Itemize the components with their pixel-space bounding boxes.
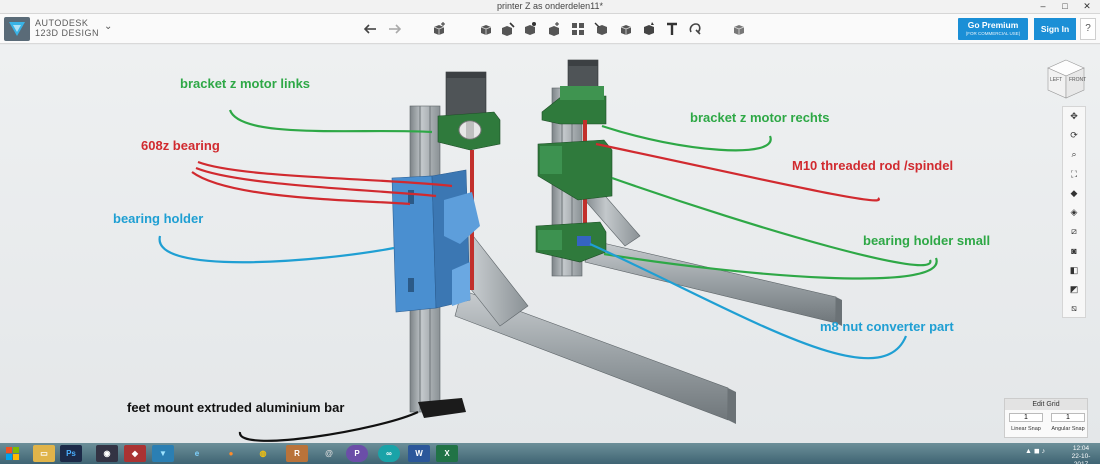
material-box-icon[interactable]	[640, 20, 658, 38]
views-icon[interactable]: ◆	[1063, 184, 1085, 203]
navigation-bar: ✥ ⟳ ⌕ ⛶ ◆ ◈ ⧄ ◙ ◧ ◩ ⧅	[1062, 106, 1086, 318]
text-icon[interactable]	[663, 20, 681, 38]
viewcube-front-label: FRONT	[1069, 77, 1087, 83]
grid-view-icon[interactable]: ⧅	[1063, 299, 1085, 318]
brand-line-2: 123D DESIGN	[35, 28, 100, 38]
go-premium-button[interactable]: Go Premium (FOR COMMERCIAL USE)	[958, 18, 1028, 40]
clock-time: 12:04	[1072, 445, 1090, 452]
explorer-icon[interactable]: ▭	[33, 445, 55, 462]
snap-icon[interactable]	[686, 20, 704, 38]
combine-icon[interactable]	[593, 20, 611, 38]
label-feet-mount: feet mount extruded aluminium bar	[127, 400, 345, 415]
system-tray-icons[interactable]: ▲ ◼ ♪	[1025, 447, 1045, 455]
undo-icon[interactable]	[362, 20, 380, 38]
app-logo-icon[interactable]	[4, 17, 30, 41]
angular-snap-label: Angular Snap	[1051, 426, 1085, 432]
modify-icon[interactable]	[521, 20, 539, 38]
edit-grid-button[interactable]: Edit Grid	[1005, 399, 1087, 410]
snap-view-icon[interactable]: ◩	[1063, 280, 1085, 299]
label-bracket-z-motor-rechts: bracket z motor rechts	[690, 110, 830, 125]
right-bearing-holder-upper	[537, 139, 613, 201]
arduino-icon[interactable]: ∞	[378, 445, 400, 462]
left-stepper-motor	[445, 71, 487, 117]
construct-icon[interactable]	[499, 20, 517, 38]
chrome-icon[interactable]: ◍	[252, 445, 274, 462]
angular-snap-field[interactable]: 1	[1051, 413, 1085, 422]
internet-explorer-icon[interactable]: e	[186, 445, 208, 462]
word-icon[interactable]: W	[408, 445, 430, 462]
start-button-icon[interactable]	[3, 445, 23, 462]
premium-sublabel: (FOR COMMERCIAL USE)	[965, 31, 1021, 36]
app-brand: AUTODESK 123D DESIGN	[35, 18, 99, 38]
p-app-icon[interactable]: P	[346, 445, 368, 462]
help-button[interactable]: ?	[1080, 18, 1096, 40]
primitives-icon[interactable]	[430, 20, 448, 38]
arrow-bearing-small-1	[611, 176, 932, 267]
maximize-button[interactable]: □	[1054, 0, 1076, 14]
materials-icon[interactable]	[730, 20, 748, 38]
label-m10-threaded-rod: M10 threaded rod /spindel	[792, 158, 954, 173]
left-motor-bracket	[437, 111, 501, 151]
3d-app-icon[interactable]: ◆	[124, 445, 146, 462]
window-title: printer Z as onderdelen11*	[497, 1, 603, 11]
app-toolbar: AUTODESK 123D DESIGN ⌄ Go Premium (FOR C…	[0, 14, 1100, 44]
grouping-icon[interactable]	[569, 20, 587, 38]
app-menu-chevron-icon[interactable]: ⌄	[104, 21, 112, 32]
3d-viewport[interactable]: bracket z motor links 608z bearing beari…	[0, 45, 1100, 443]
taskbar-clock[interactable]: 12:04 22-10-2017	[1065, 445, 1097, 464]
label-bearing-holder-small: bearing holder small	[863, 233, 991, 248]
excel-icon[interactable]: X	[436, 445, 458, 462]
fit-icon[interactable]: ⛶	[1063, 165, 1085, 184]
brand-line-1: AUTODESK	[35, 18, 89, 28]
right-bearing-holder-small	[535, 221, 607, 263]
redo-icon[interactable]	[385, 20, 403, 38]
firefox-icon[interactable]: ●	[220, 445, 242, 462]
sign-in-button[interactable]: Sign In	[1034, 18, 1076, 40]
arrow-feet-mount	[238, 411, 419, 442]
r-app-icon[interactable]: R	[286, 445, 308, 462]
window-titlebar: printer Z as onderdelen11* – □ ✕	[0, 0, 1100, 14]
123d-design-taskbar-icon[interactable]: ▼	[152, 445, 174, 462]
ortho-icon[interactable]: ◈	[1063, 203, 1085, 222]
camera-icon[interactable]: ◙	[1063, 241, 1085, 260]
close-window-button[interactable]: ✕	[1076, 0, 1098, 14]
clock-date: 22-10-2017	[1071, 453, 1091, 464]
windows-taskbar: ▭ Ps ◉ ◆ ▼ e ● ◍ R @ P ∞ W X ▲ ◼ ♪ 12:04…	[0, 443, 1100, 464]
minimize-button[interactable]: –	[1032, 0, 1054, 14]
arrow-bearing-holder	[158, 235, 395, 264]
linear-snap-field[interactable]: 1	[1009, 413, 1043, 422]
sketch-icon[interactable]	[477, 20, 495, 38]
measure-icon[interactable]	[617, 20, 635, 38]
media-player-icon[interactable]: ◉	[96, 445, 118, 462]
pan-icon[interactable]: ✥	[1063, 107, 1085, 126]
right-motor-bracket	[541, 86, 607, 125]
zoom-icon[interactable]: ⌕	[1063, 145, 1085, 164]
arrow-bracket-z-rechts	[601, 124, 772, 152]
view-cube[interactable]: LEFT FRONT	[1046, 58, 1086, 102]
linear-snap-label: Linear Snap	[1011, 426, 1041, 432]
pattern-icon[interactable]	[545, 20, 563, 38]
premium-label: Go Premium	[967, 20, 1019, 30]
arrow-bracket-z-links	[228, 109, 433, 134]
hide-icon[interactable]: ⧄	[1063, 222, 1085, 241]
label-608z-bearing: 608z bearing	[141, 138, 220, 153]
orbit-icon[interactable]: ⟳	[1063, 126, 1085, 145]
label-bearing-holder: bearing holder	[113, 211, 204, 226]
material-view-icon[interactable]: ◧	[1063, 261, 1085, 280]
label-bracket-z-motor-links: bracket z motor links	[180, 76, 311, 91]
snail-app-icon[interactable]: @	[318, 445, 340, 462]
right-horizontal-extrusion	[584, 239, 842, 326]
photoshop-icon[interactable]: Ps	[60, 445, 82, 462]
viewcube-left-label: LEFT	[1050, 77, 1063, 83]
label-m8-nut-converter: m8 nut converter part	[820, 319, 954, 334]
left-bearing-holder	[391, 169, 480, 313]
edit-grid-panel: Edit Grid 1 1 Linear Snap Angular Snap	[1004, 398, 1088, 438]
